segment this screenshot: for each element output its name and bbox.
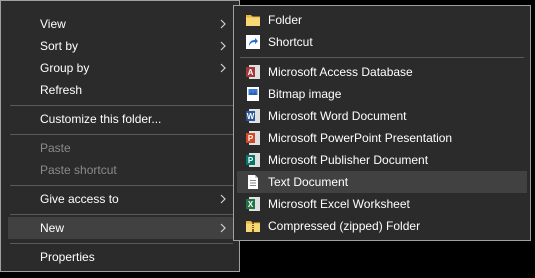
menu-item-properties-label: Properties [40,250,95,264]
new-item-publisher-document-label: Microsoft Publisher Document [268,153,429,167]
chevron-right-icon [218,57,228,79]
powerpoint-icon: P [245,130,261,146]
menu-separator [10,185,233,186]
menu-item-group-by-label: Group by [40,61,90,75]
new-item-publisher-document[interactable]: P Microsoft Publisher Document [237,149,527,171]
menu-item-new-label: New [40,221,65,235]
new-item-excel-worksheet[interactable]: X Microsoft Excel Worksheet [237,193,527,215]
new-item-folder[interactable]: Folder [237,9,527,31]
excel-icon: X [245,196,261,212]
menu-item-paste-shortcut-label: Paste shortcut [40,163,117,177]
menu-separator [10,214,233,215]
menu-item-sort-by-label: Sort by [40,39,79,53]
chevron-right-icon [218,188,228,210]
menu-item-view[interactable]: View [8,13,236,35]
new-item-word-document[interactable]: W Microsoft Word Document [237,105,527,127]
new-item-bitmap-image-label: Bitmap image [268,87,342,101]
new-item-text-document-label: Text Document [268,175,349,189]
menu-separator [240,57,524,58]
new-item-excel-worksheet-label: Microsoft Excel Worksheet [268,197,410,211]
new-item-shortcut-label: Shortcut [268,35,313,49]
svg-text:A: A [248,68,254,77]
menu-item-give-access-label: Give access to [40,192,119,206]
new-submenu: Folder Shortcut A Microsoft Access Datab… [233,5,531,241]
menu-item-paste-shortcut: Paste shortcut [8,159,236,181]
new-item-powerpoint-presentation[interactable]: P Microsoft PowerPoint Presentation [237,127,527,149]
svg-text:W: W [247,112,255,121]
svg-text:X: X [248,200,254,209]
new-item-powerpoint-presentation-label: Microsoft PowerPoint Presentation [268,131,453,145]
new-item-folder-label: Folder [268,13,303,27]
folder-icon [245,12,261,28]
bitmap-icon [245,86,261,102]
menu-item-give-access[interactable]: Give access to [8,188,236,210]
menu-separator [10,243,233,244]
menu-item-refresh[interactable]: Refresh [8,79,236,101]
new-item-text-document[interactable]: Text Document [237,171,527,193]
word-icon: W [245,108,261,124]
zip-folder-icon [245,218,261,234]
svg-text:P: P [248,156,254,165]
publisher-icon: P [245,152,261,168]
new-item-compressed-folder[interactable]: Compressed (zipped) Folder [237,215,527,237]
new-item-word-document-label: Microsoft Word Document [268,109,407,123]
menu-item-group-by[interactable]: Group by [8,57,236,79]
new-item-compressed-folder-label: Compressed (zipped) Folder [268,219,421,233]
menu-item-paste-label: Paste [40,141,71,155]
new-item-bitmap-image[interactable]: Bitmap image [237,83,527,105]
menu-separator [10,105,233,106]
menu-item-properties[interactable]: Properties [8,246,236,268]
menu-item-sort-by[interactable]: Sort by [8,35,236,57]
chevron-right-icon [218,217,228,239]
text-document-icon [245,174,261,190]
new-item-shortcut[interactable]: Shortcut [237,31,527,53]
menu-item-customize-folder[interactable]: Customize this folder... [8,108,236,130]
menu-item-refresh-label: Refresh [40,83,83,97]
menu-item-new[interactable]: New [8,217,236,239]
chevron-right-icon [218,13,228,35]
shortcut-icon [245,34,261,50]
access-icon: A [245,64,261,80]
menu-item-view-label: View [40,17,66,31]
svg-text:P: P [248,134,254,143]
menu-item-paste: Paste [8,137,236,159]
new-item-access-database[interactable]: A Microsoft Access Database [237,61,527,83]
new-item-access-database-label: Microsoft Access Database [268,65,413,79]
desktop-context-menu: View Sort by Group by Refresh Customize … [0,0,240,272]
menu-separator [10,134,233,135]
menu-item-customize-folder-label: Customize this folder... [40,112,162,126]
chevron-right-icon [218,35,228,57]
